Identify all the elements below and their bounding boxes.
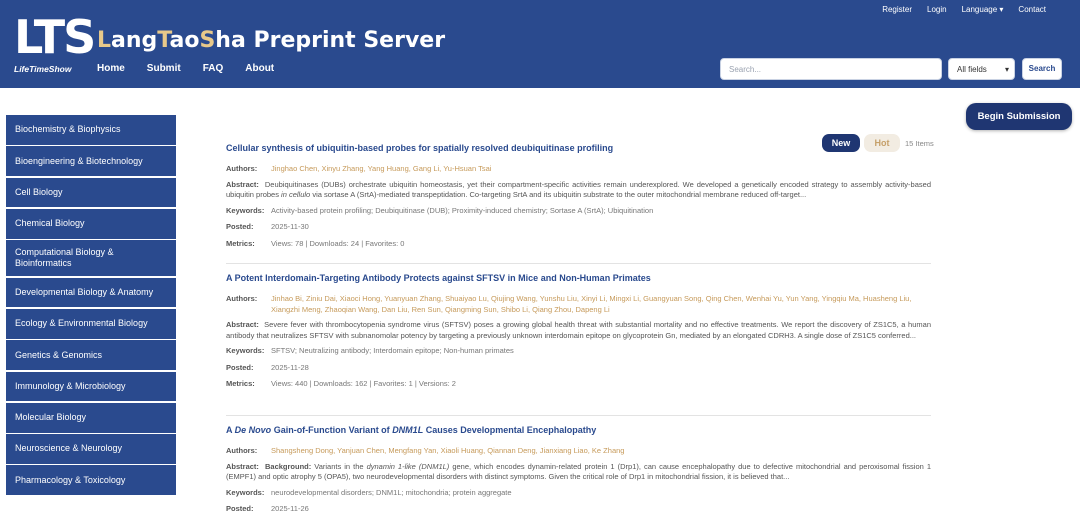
- article-authors[interactable]: Shangsheng Dong, Yanjuan Chen, Mengfang …: [271, 446, 624, 457]
- article-posted-date: 2025-11-26: [271, 504, 309, 513]
- abstract-background-label: Background:: [264, 461, 312, 471]
- main-nav: Home Submit FAQ About: [97, 63, 296, 74]
- posted-label: Posted:: [226, 222, 254, 231]
- article-keywords: SFTSV; Neutralizing antibody; Interdomai…: [271, 346, 514, 355]
- site-title-part: ang: [111, 28, 158, 53]
- article-item: Cellular synthesis of ubiquitin-based pr…: [226, 142, 931, 249]
- abstract-label: Abstract:: [226, 179, 259, 189]
- sidebar-item-computational-biology[interactable]: Computational Biology & Bioinformatics: [6, 240, 176, 277]
- authors-label: Authors:: [226, 294, 258, 303]
- sidebar-item-biochemistry[interactable]: Biochemistry & Biophysics: [6, 115, 176, 145]
- article-divider: [226, 263, 931, 264]
- article-divider: [226, 415, 931, 416]
- article-abstract: Abstract: Deubiquitinases (DUBs) orchest…: [226, 180, 931, 201]
- login-link[interactable]: Login: [927, 5, 947, 14]
- abstract-text: Severe fever with thrombocytopenia syndr…: [226, 320, 931, 340]
- article-posted-date: 2025-11-28: [271, 362, 309, 372]
- article-keywords: Activity-based protein profiling; Deubiq…: [271, 205, 654, 215]
- title-text: Causes Developmental Encephalopathy: [423, 425, 597, 435]
- site-title-part: T: [157, 28, 170, 53]
- title-emphasis: De Novo: [234, 425, 272, 435]
- top-links: Register Login Language ▾ Contact: [867, 5, 1046, 14]
- register-link[interactable]: Register: [882, 5, 912, 14]
- keywords-label: Keywords:: [226, 205, 265, 215]
- authors-label: Authors:: [226, 446, 258, 455]
- sidebar-item-immunology[interactable]: Immunology & Microbiology: [6, 371, 176, 402]
- article-title[interactable]: A De Novo Gain-of-Function Variant of DN…: [226, 424, 931, 436]
- abstract-emphasis: dynamin 1-like (DNM1L): [366, 461, 450, 471]
- site-title-part: ao: [169, 28, 200, 53]
- article-metrics: Views: 440 | Downloads: 162 | Favorites:…: [271, 379, 456, 388]
- authors-label: Authors:: [226, 164, 258, 173]
- logo-letters: LTS: [14, 10, 96, 64]
- article-authors[interactable]: Jinghao Chen, Xinyu Zhang, Yang Huang, G…: [271, 164, 491, 175]
- abstract-label: Abstract:: [226, 320, 259, 329]
- article-metrics: Views: 78 | Downloads: 24 | Favorites: 0: [271, 238, 405, 248]
- language-dropdown[interactable]: Language ▾: [962, 5, 1004, 14]
- sidebar-item-bioengineering[interactable]: Bioengineering & Biotechnology: [6, 146, 176, 176]
- nav-home[interactable]: Home: [97, 63, 125, 74]
- chevron-down-icon: ▾: [1004, 65, 1009, 74]
- article-title[interactable]: Cellular synthesis of ubiquitin-based pr…: [226, 142, 931, 154]
- nav-submit[interactable]: Submit: [147, 63, 181, 74]
- sidebar-item-chemical-biology[interactable]: Chemical Biology: [6, 208, 176, 239]
- site-logo[interactable]: LTS LifeTimeShow: [14, 10, 96, 76]
- article-keywords: neurodevelopmental disorders; DNM1L; mit…: [271, 487, 512, 497]
- search-input[interactable]: [720, 58, 942, 80]
- nav-faq[interactable]: FAQ: [203, 63, 224, 74]
- begin-submission-button[interactable]: Begin Submission: [966, 103, 1072, 130]
- sidebar-item-molecular-biology[interactable]: Molecular Biology: [6, 402, 176, 433]
- keywords-label: Keywords:: [226, 346, 265, 355]
- sidebar-item-cell-biology[interactable]: Cell Biology: [6, 177, 176, 208]
- nav-about[interactable]: About: [245, 63, 274, 74]
- search-field-select[interactable]: All fields ▾: [948, 58, 1015, 80]
- abstract-text: Variants in the: [311, 461, 367, 471]
- search-field-value: All fields: [957, 65, 987, 74]
- article-authors[interactable]: Jinhao Bi, Ziniu Dai, Xiaoci Hong, Yuany…: [271, 294, 931, 315]
- sidebar-item-ecology[interactable]: Ecology & Environmental Biology: [6, 309, 176, 339]
- abstract-label: Abstract:: [226, 461, 259, 471]
- subject-sidebar: Biochemistry & Biophysics Bioengineering…: [6, 115, 176, 497]
- title-text: Gain-of-Function Variant of: [271, 425, 393, 435]
- site-title-part: ha Preprint Server: [215, 28, 446, 53]
- title-text: A: [226, 425, 235, 435]
- site-title-part: S: [199, 28, 216, 53]
- site-title-part: L: [97, 28, 112, 53]
- keywords-label: Keywords:: [226, 487, 265, 497]
- contact-link[interactable]: Contact: [1018, 5, 1046, 14]
- article-item: A Potent Interdomain-Targeting Antibody …: [226, 272, 931, 390]
- site-header: LTS LifeTimeShow LangTaoSha Preprint Ser…: [0, 0, 1080, 88]
- metrics-label: Metrics:: [226, 238, 255, 248]
- abstract-emphasis: in cellulo: [281, 190, 311, 199]
- sidebar-item-genetics[interactable]: Genetics & Genomics: [6, 340, 176, 370]
- search-button[interactable]: Search: [1022, 58, 1062, 80]
- article-title[interactable]: A Potent Interdomain-Targeting Antibody …: [226, 272, 931, 284]
- article-abstract: Abstract: Severe fever with thrombocytop…: [226, 320, 931, 341]
- title-emphasis: DNM1L: [392, 425, 424, 435]
- posted-label: Posted:: [226, 362, 254, 372]
- metrics-label: Metrics:: [226, 379, 255, 388]
- sidebar-item-pharmacology[interactable]: Pharmacology & Toxicology: [6, 465, 176, 496]
- article-item: A De Novo Gain-of-Function Variant of DN…: [226, 424, 931, 515]
- posted-label: Posted:: [226, 504, 254, 513]
- site-title[interactable]: LangTaoSha Preprint Server: [97, 28, 445, 53]
- abstract-text: via sortase A (SrtA)-mediated transpepti…: [310, 190, 807, 199]
- sidebar-item-developmental-biology[interactable]: Developmental Biology & Anatomy: [6, 277, 176, 308]
- logo-subtitle: LifeTimeShow: [14, 64, 72, 74]
- sidebar-item-neuroscience[interactable]: Neuroscience & Neurology: [6, 434, 176, 464]
- article-posted-date: 2025-11-30: [271, 222, 309, 231]
- article-abstract: Abstract: Background: Variants in the dy…: [226, 462, 931, 483]
